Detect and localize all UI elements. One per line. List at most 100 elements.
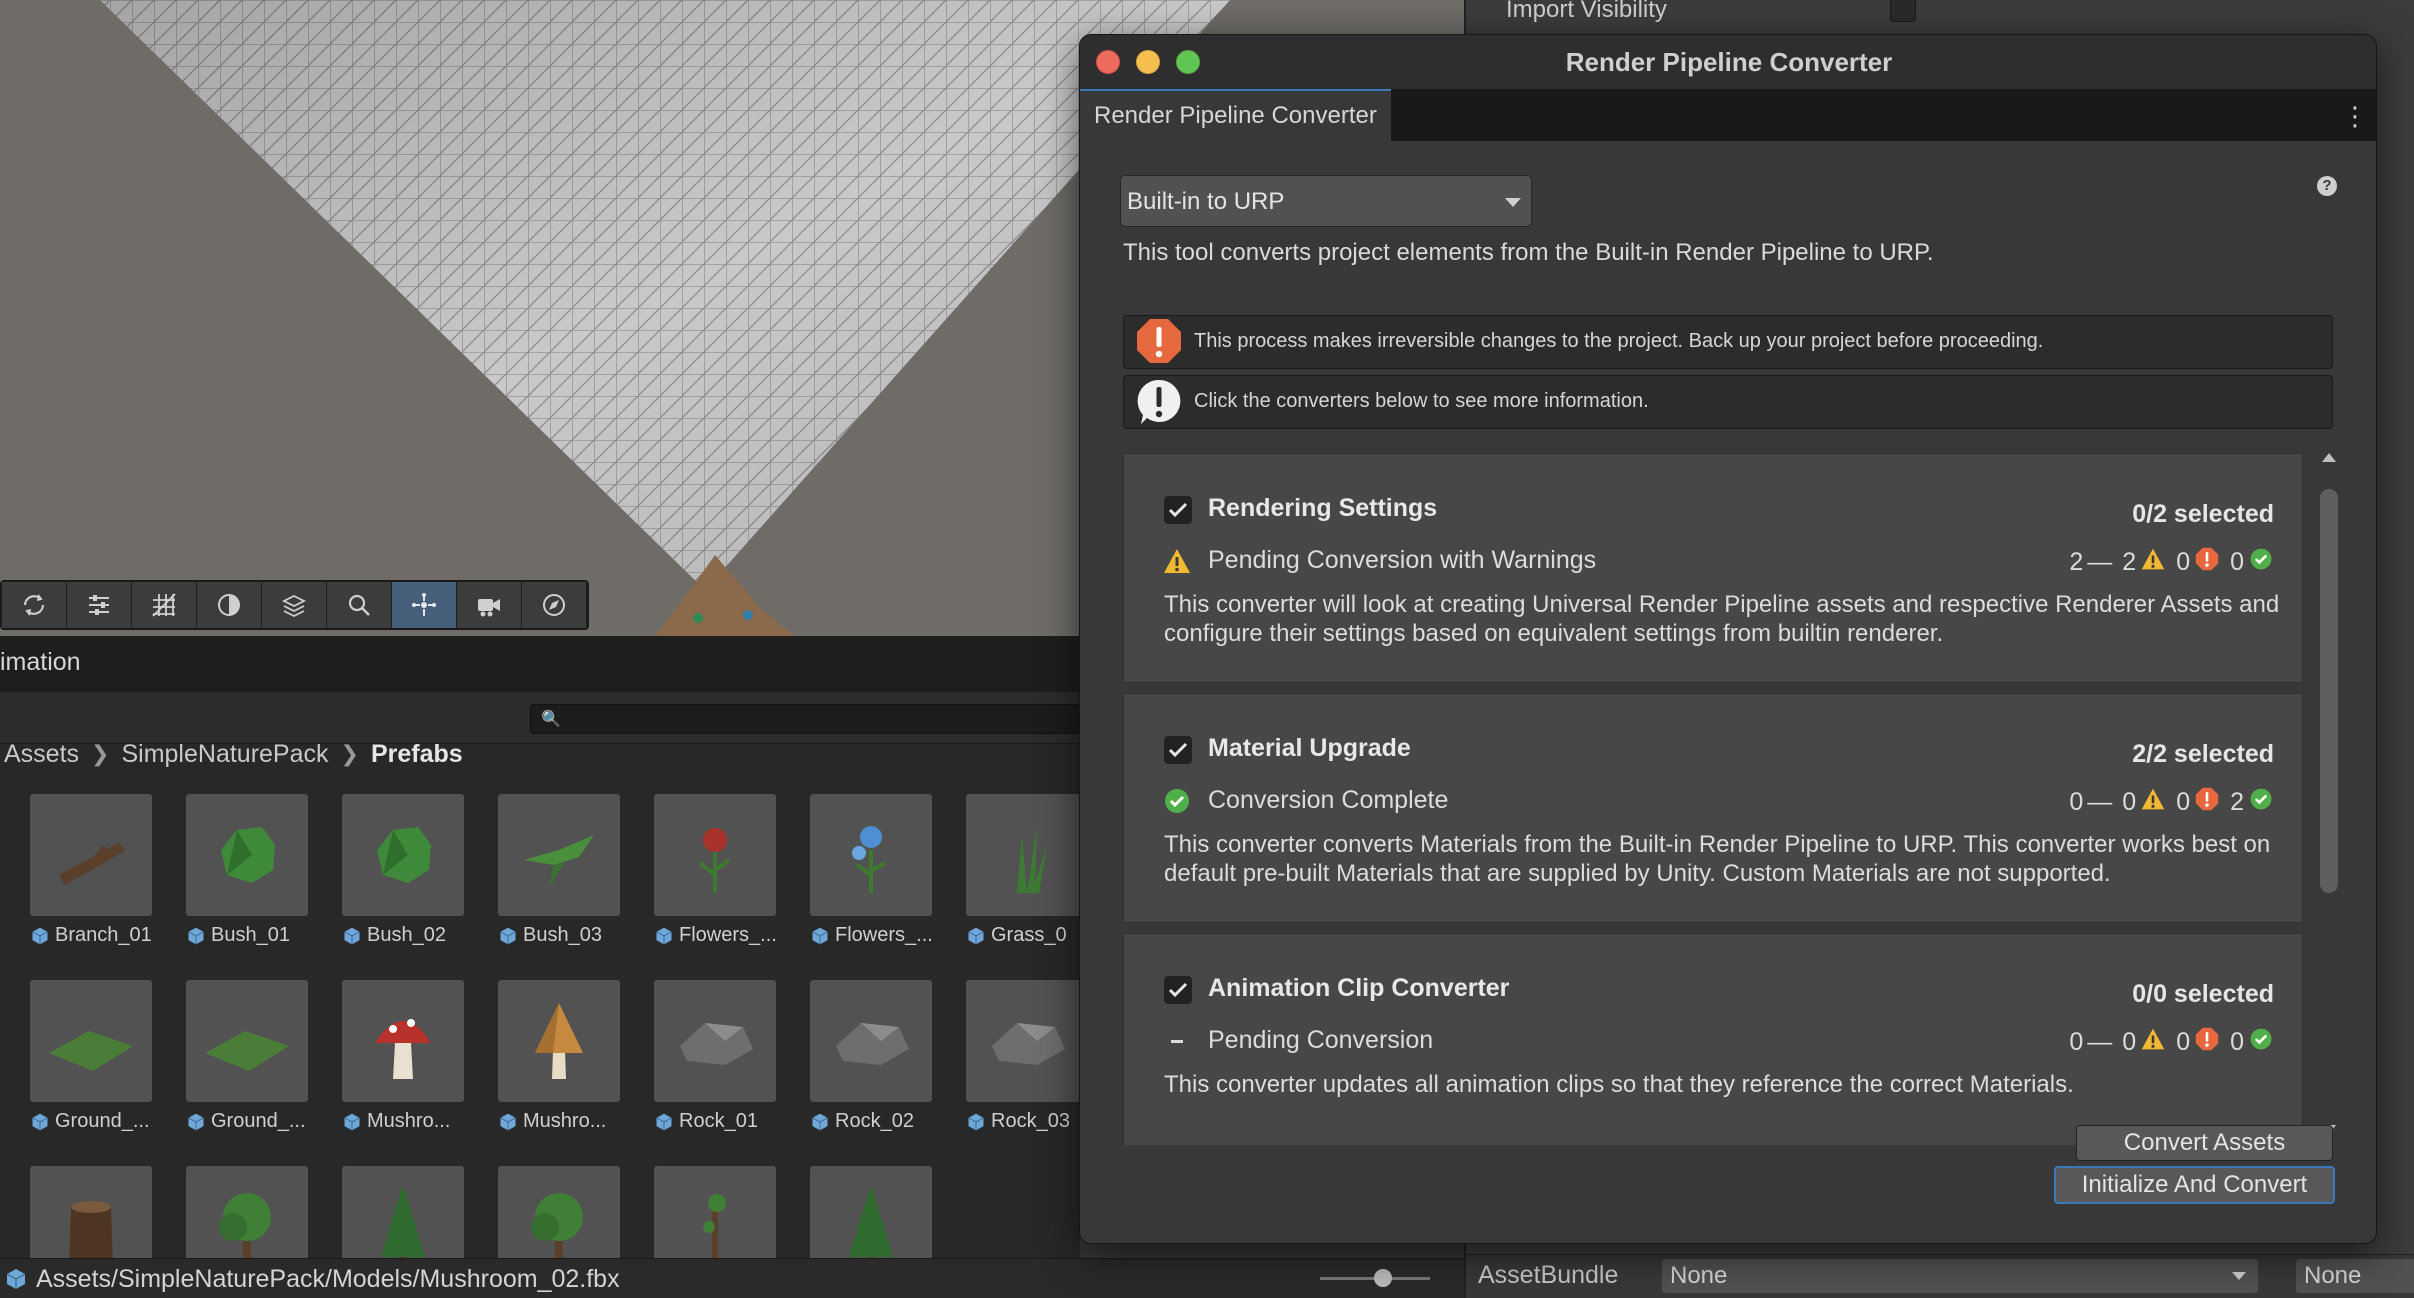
asset-thumbnail bbox=[498, 794, 620, 916]
asset-thumbnail bbox=[186, 980, 308, 1102]
project-panel: imation 🔍 Assets ❯ SimpleNaturePack ❯ Pr… bbox=[0, 636, 1080, 1298]
error-icon bbox=[2194, 546, 2220, 579]
converter-name: Material Upgrade bbox=[1208, 734, 1411, 762]
sliders-icon[interactable] bbox=[67, 582, 132, 628]
asset-grid: Branch_01 Bush_01 Bush_02 Bush_03 Flowers_..… bbox=[30, 794, 1080, 1264]
asset-label: Grass_0 bbox=[966, 924, 1080, 947]
tab-render-pipeline-converter[interactable]: Render Pipeline Converter bbox=[1080, 89, 1391, 141]
converter-description: This converter updates all animation cli… bbox=[1164, 1071, 2074, 1098]
converter-checkbox[interactable] bbox=[1164, 976, 1192, 1004]
window-titlebar[interactable]: Render Pipeline Converter bbox=[1080, 35, 2376, 89]
asset-label: Flowers_... bbox=[654, 924, 810, 947]
asset-tile[interactable]: Ground_... bbox=[30, 980, 186, 1160]
asset-thumbnail bbox=[342, 794, 464, 916]
converter-material-upgrade[interactable]: Material Upgrade 2/2 selected Conversion C… bbox=[1123, 693, 2303, 923]
asset-tile[interactable]: Flowers_... bbox=[810, 794, 966, 974]
project-tabbar: imation bbox=[0, 636, 1080, 692]
converter-status: Pending Conversion bbox=[1208, 1026, 1434, 1054]
shading-icon[interactable] bbox=[197, 582, 262, 628]
asset-tile[interactable]: Bush_01 bbox=[186, 794, 342, 974]
converter-rendering-settings[interactable]: Rendering Settings 0/2 selected Pending Co… bbox=[1123, 453, 2303, 683]
asset-label: Rock_03 bbox=[966, 1110, 1080, 1133]
asset-tile[interactable]: Mushro... bbox=[498, 980, 654, 1160]
search-input[interactable]: 🔍 bbox=[530, 704, 1080, 734]
breadcrumb-assets[interactable]: Assets bbox=[4, 740, 79, 769]
assetbundle-variant-dropdown[interactable]: None bbox=[2296, 1259, 2414, 1293]
prefab-icon bbox=[968, 1113, 984, 1130]
more-options-icon[interactable]: ⋮ bbox=[2342, 101, 2368, 132]
asset-thumbnail bbox=[654, 1166, 776, 1264]
asset-thumbnail bbox=[30, 794, 152, 916]
convert-assets-button[interactable]: Convert Assets bbox=[2076, 1125, 2333, 1161]
asset-thumbnail bbox=[966, 980, 1080, 1102]
assetbundle-row: AssetBundle None None bbox=[1466, 1254, 2414, 1298]
camera-icon[interactable] bbox=[457, 582, 522, 628]
breadcrumb: Assets ❯ SimpleNaturePack ❯ Prefabs bbox=[4, 734, 463, 774]
asset-tile[interactable] bbox=[186, 1166, 342, 1264]
scroll-thumb[interactable] bbox=[2320, 489, 2338, 893]
converter-checkbox[interactable] bbox=[1164, 496, 1192, 524]
bush-model-icon bbox=[221, 827, 275, 883]
initialize-and-convert-button[interactable]: Initialize And Convert bbox=[2054, 1166, 2335, 1204]
asset-tile[interactable] bbox=[498, 1166, 654, 1264]
asset-tile[interactable] bbox=[810, 1166, 966, 1264]
prefab-icon bbox=[344, 927, 360, 944]
warning-icon bbox=[2140, 546, 2166, 579]
tool-description: This tool converts project elements from… bbox=[1123, 239, 1934, 266]
asset-tile[interactable] bbox=[654, 1166, 810, 1264]
gizmos-icon[interactable] bbox=[392, 582, 457, 628]
assetbundle-dropdown[interactable]: None bbox=[1662, 1259, 2258, 1293]
search-icon[interactable] bbox=[327, 582, 392, 628]
asset-tile[interactable]: Flowers_... bbox=[654, 794, 810, 974]
asset-thumbnail bbox=[186, 1166, 308, 1264]
refresh-icon[interactable] bbox=[2, 582, 67, 628]
conversion-mode-dropdown[interactable]: Built-in to URP bbox=[1120, 175, 1532, 227]
asset-tile[interactable]: Ground_... bbox=[186, 980, 342, 1160]
scene-toolbar bbox=[0, 580, 589, 630]
converter-list-scrollbar[interactable] bbox=[2320, 453, 2340, 1145]
search-icon: 🔍 bbox=[541, 711, 561, 728]
ground-model-icon bbox=[205, 1031, 289, 1071]
sapling-model-icon bbox=[703, 1194, 726, 1264]
dash-icon bbox=[1162, 1026, 1192, 1056]
import-visibility-checkbox[interactable] bbox=[1890, 0, 1916, 22]
converter-list: Rendering Settings 0/2 selected Pending Co… bbox=[1123, 453, 2319, 1145]
grid-icon[interactable] bbox=[132, 582, 197, 628]
rock-model-icon bbox=[836, 1023, 909, 1065]
asset-tile[interactable]: Rock_03 bbox=[966, 980, 1080, 1160]
converter-counts: 2—2 0 0 bbox=[2069, 546, 2274, 579]
converter-name: Animation Clip Converter bbox=[1208, 974, 1510, 1002]
converter-checkbox[interactable] bbox=[1164, 736, 1192, 764]
layers-icon[interactable] bbox=[262, 582, 327, 628]
warning-icon bbox=[2140, 786, 2166, 819]
scroll-up-arrow[interactable] bbox=[2322, 453, 2336, 462]
asset-tile[interactable]: Grass_0 bbox=[966, 794, 1080, 974]
asset-tile[interactable]: Rock_01 bbox=[654, 980, 810, 1160]
rock-model-icon bbox=[992, 1023, 1065, 1065]
converter-animation-clip[interactable]: Animation Clip Converter 0/0 selected Pend… bbox=[1123, 933, 2303, 1145]
asset-thumbnail bbox=[498, 980, 620, 1102]
success-icon bbox=[1162, 786, 1192, 816]
window-tabbar: Render Pipeline Converter ⋮ bbox=[1080, 89, 2376, 141]
branch-model-icon bbox=[59, 843, 125, 885]
asset-tile[interactable]: Bush_03 bbox=[498, 794, 654, 974]
pine-model-icon bbox=[381, 1185, 425, 1264]
asset-tile[interactable]: Mushro... bbox=[342, 980, 498, 1160]
breadcrumb-simplenaturepack[interactable]: SimpleNaturePack bbox=[121, 740, 328, 769]
prefab-icon bbox=[344, 1113, 360, 1130]
asset-tile[interactable] bbox=[30, 1166, 186, 1264]
warning-icon bbox=[2140, 1026, 2166, 1059]
asset-tile[interactable]: Bush_02 bbox=[342, 794, 498, 974]
asset-label: Branch_01 bbox=[30, 924, 186, 947]
pine-model-icon bbox=[849, 1185, 893, 1264]
asset-tile[interactable]: Branch_01 bbox=[30, 794, 186, 974]
compass-icon[interactable] bbox=[522, 582, 587, 628]
rock-model-icon bbox=[680, 1023, 753, 1065]
asset-tile[interactable]: Rock_02 bbox=[810, 980, 966, 1160]
prefab-icon bbox=[656, 927, 672, 944]
tab-animation[interactable]: imation bbox=[0, 648, 81, 677]
asset-tile[interactable] bbox=[342, 1166, 498, 1264]
breadcrumb-prefabs[interactable]: Prefabs bbox=[371, 740, 463, 769]
help-icon[interactable]: ? bbox=[2317, 176, 2337, 196]
slider-handle[interactable] bbox=[1374, 1269, 1392, 1287]
